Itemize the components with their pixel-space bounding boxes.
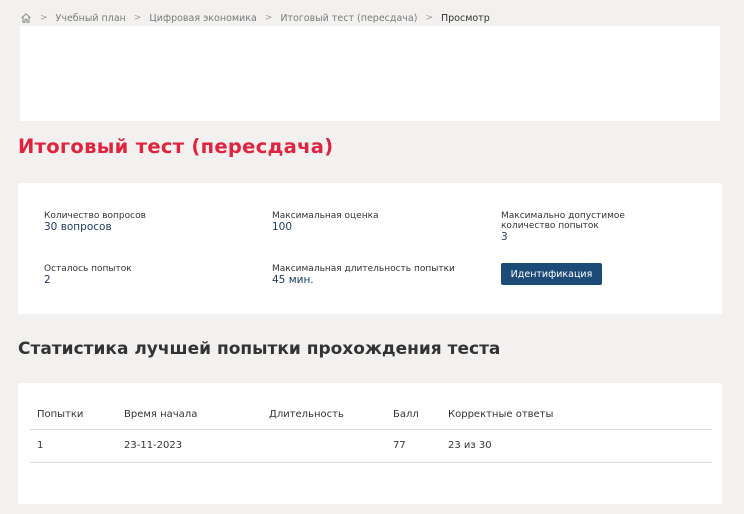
stats-title: Статистика лучшей попытки прохождения те… [18,339,501,359]
column-header-attempts: Попытки [30,401,117,430]
chevron-right-icon: > [264,13,273,23]
max-score: Максимальная оценка 100 [272,211,482,233]
table-header-row: Попытки Время начала Длительность Балл К… [30,401,712,430]
max-score-value: 100 [272,221,293,233]
identification-button[interactable]: Идентификация [501,263,602,285]
remaining-attempts-label: Осталось попыток [44,264,132,274]
max-duration-value: 45 мин. [272,274,314,286]
max-duration-label: Максимальная длительность попытки [272,264,455,274]
cell-score: 77 [386,429,441,463]
breadcrumb-current: Просмотр [440,12,490,24]
max-attempts-label: Максимально допустимое количество попыто… [501,211,625,231]
table-row: 1 23-11-2023 77 23 из 30 [30,429,712,463]
chevron-right-icon: > [40,13,48,23]
breadcrumb-item-plan[interactable]: Учебный план [56,13,126,24]
questions-count: Количество вопросов 30 вопросов [44,211,254,233]
home-icon[interactable] [20,12,32,24]
remaining-attempts-value: 2 [44,274,51,286]
remaining-attempts: Осталось попыток 2 [44,264,254,286]
column-header-score: Балл [386,401,441,430]
max-attempts: Максимально допустимое количество попыто… [501,211,681,243]
column-header-duration: Длительность [262,401,386,430]
cell-start-time: 23-11-2023 [117,429,262,463]
max-score-label: Максимальная оценка [272,211,379,221]
max-duration: Максимальная длительность попытки 45 мин… [272,264,482,286]
column-header-correct-answers: Корректные ответы [441,401,712,430]
breadcrumb-item-test[interactable]: Итоговый тест (пересдача) [280,13,417,24]
cell-attempt: 1 [30,429,117,463]
chevron-right-icon: > [133,13,142,23]
cell-duration [262,429,386,463]
breadcrumb: > Учебный план > Цифровая экономика > Ит… [20,11,490,25]
cell-correct-answers: 23 из 30 [441,429,712,463]
breadcrumb-item-course[interactable]: Цифровая экономика [149,13,256,24]
banner-panel [20,26,720,121]
test-info-card: Количество вопросов 30 вопросов Максимал… [18,183,722,314]
page-title: Итоговый тест (пересдача) [18,135,334,158]
stats-table: Попытки Время начала Длительность Балл К… [30,401,712,463]
chevron-right-icon: > [425,13,433,23]
column-header-start-time: Время начала [117,401,262,430]
questions-count-value: 30 вопросов [44,221,112,233]
stats-card: Попытки Время начала Длительность Балл К… [18,383,722,504]
questions-count-label: Количество вопросов [44,211,146,221]
max-attempts-value: 3 [501,231,508,243]
